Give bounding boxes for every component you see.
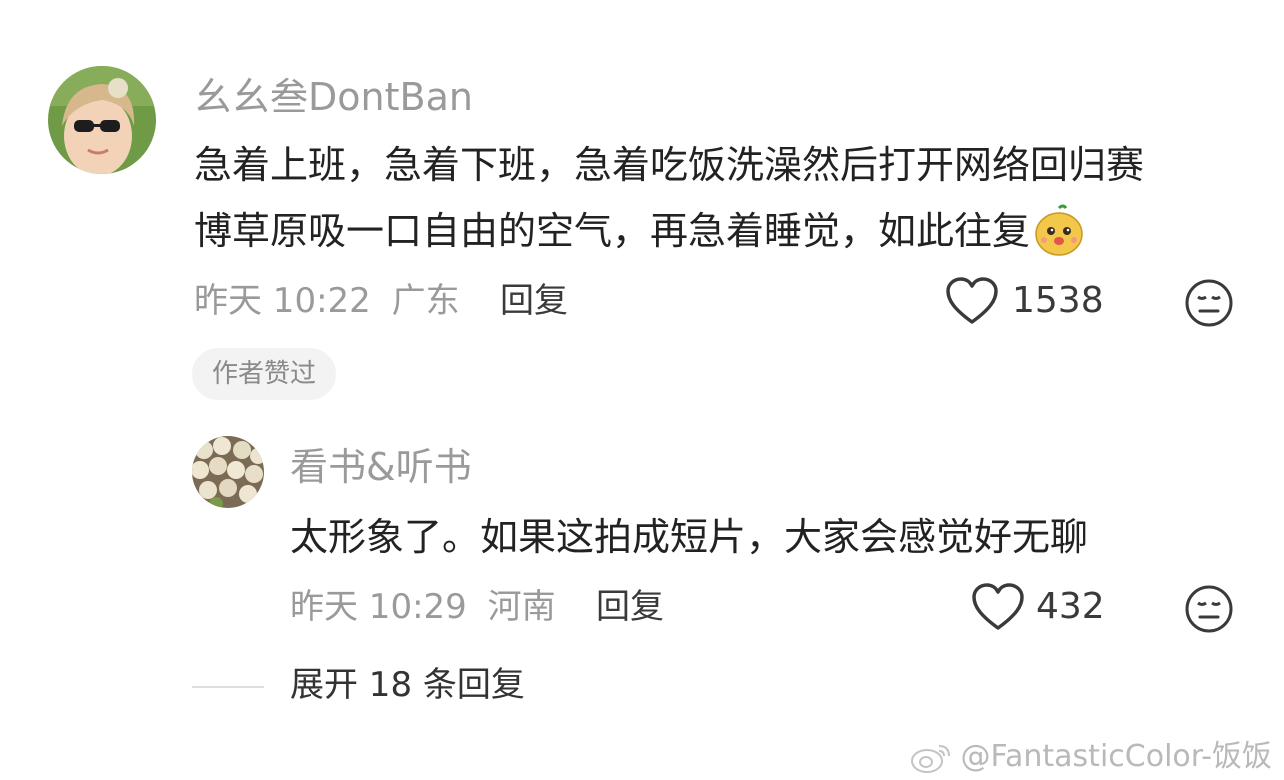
avatar[interactable] bbox=[48, 66, 156, 174]
weibo-logo-icon bbox=[909, 740, 953, 774]
neutral-face-icon[interactable] bbox=[1184, 584, 1234, 638]
reply-button[interactable]: 回复 bbox=[596, 590, 664, 624]
location: 广东 bbox=[391, 281, 460, 321]
reply-button[interactable]: 回复 bbox=[500, 284, 568, 318]
divider bbox=[192, 686, 264, 688]
timestamp: 昨天 10:22 bbox=[194, 281, 371, 321]
cute-face-emoji-icon bbox=[1032, 204, 1086, 258]
watermark: @FantasticColor-饭饭 bbox=[909, 739, 1273, 774]
avatar[interactable] bbox=[192, 436, 264, 508]
comment-text-continued: 博草原吸一口自由的空气，再急着睡觉，如此往复 bbox=[194, 198, 1086, 264]
username[interactable]: 幺幺叁DontBan bbox=[194, 78, 473, 116]
comment-meta: 昨天 10:29 河南 bbox=[290, 590, 556, 624]
location: 河南 bbox=[487, 587, 556, 627]
like-count: 1538 bbox=[1012, 280, 1104, 321]
comment-text: 急着上班，急着下班，急着吃饭洗澡然后打开网络回归赛 bbox=[194, 143, 1145, 187]
expand-replies-button[interactable]: 展开 18 条回复 bbox=[290, 668, 525, 702]
username[interactable]: 看书&听书 bbox=[290, 448, 472, 486]
watermark-text: @FantasticColor-饭饭 bbox=[960, 739, 1273, 774]
author-liked-badge: 作者赞过 bbox=[192, 348, 337, 400]
comment-meta: 昨天 10:22 广东 bbox=[194, 284, 460, 318]
timestamp: 昨天 10:29 bbox=[290, 587, 467, 627]
like-button[interactable]: 1538 bbox=[944, 276, 1104, 326]
like-button[interactable]: 432 bbox=[970, 582, 1105, 632]
like-count: 432 bbox=[1036, 586, 1105, 627]
comment-text: 太形象了。如果这拍成短片，大家会感觉好无聊 bbox=[290, 515, 1089, 559]
heart-icon bbox=[970, 582, 1026, 632]
neutral-face-icon[interactable] bbox=[1184, 278, 1234, 332]
heart-icon bbox=[944, 276, 1000, 326]
comment-text-line2: 博草原吸一口自由的空气，再急着睡觉，如此往复 bbox=[194, 209, 1031, 253]
